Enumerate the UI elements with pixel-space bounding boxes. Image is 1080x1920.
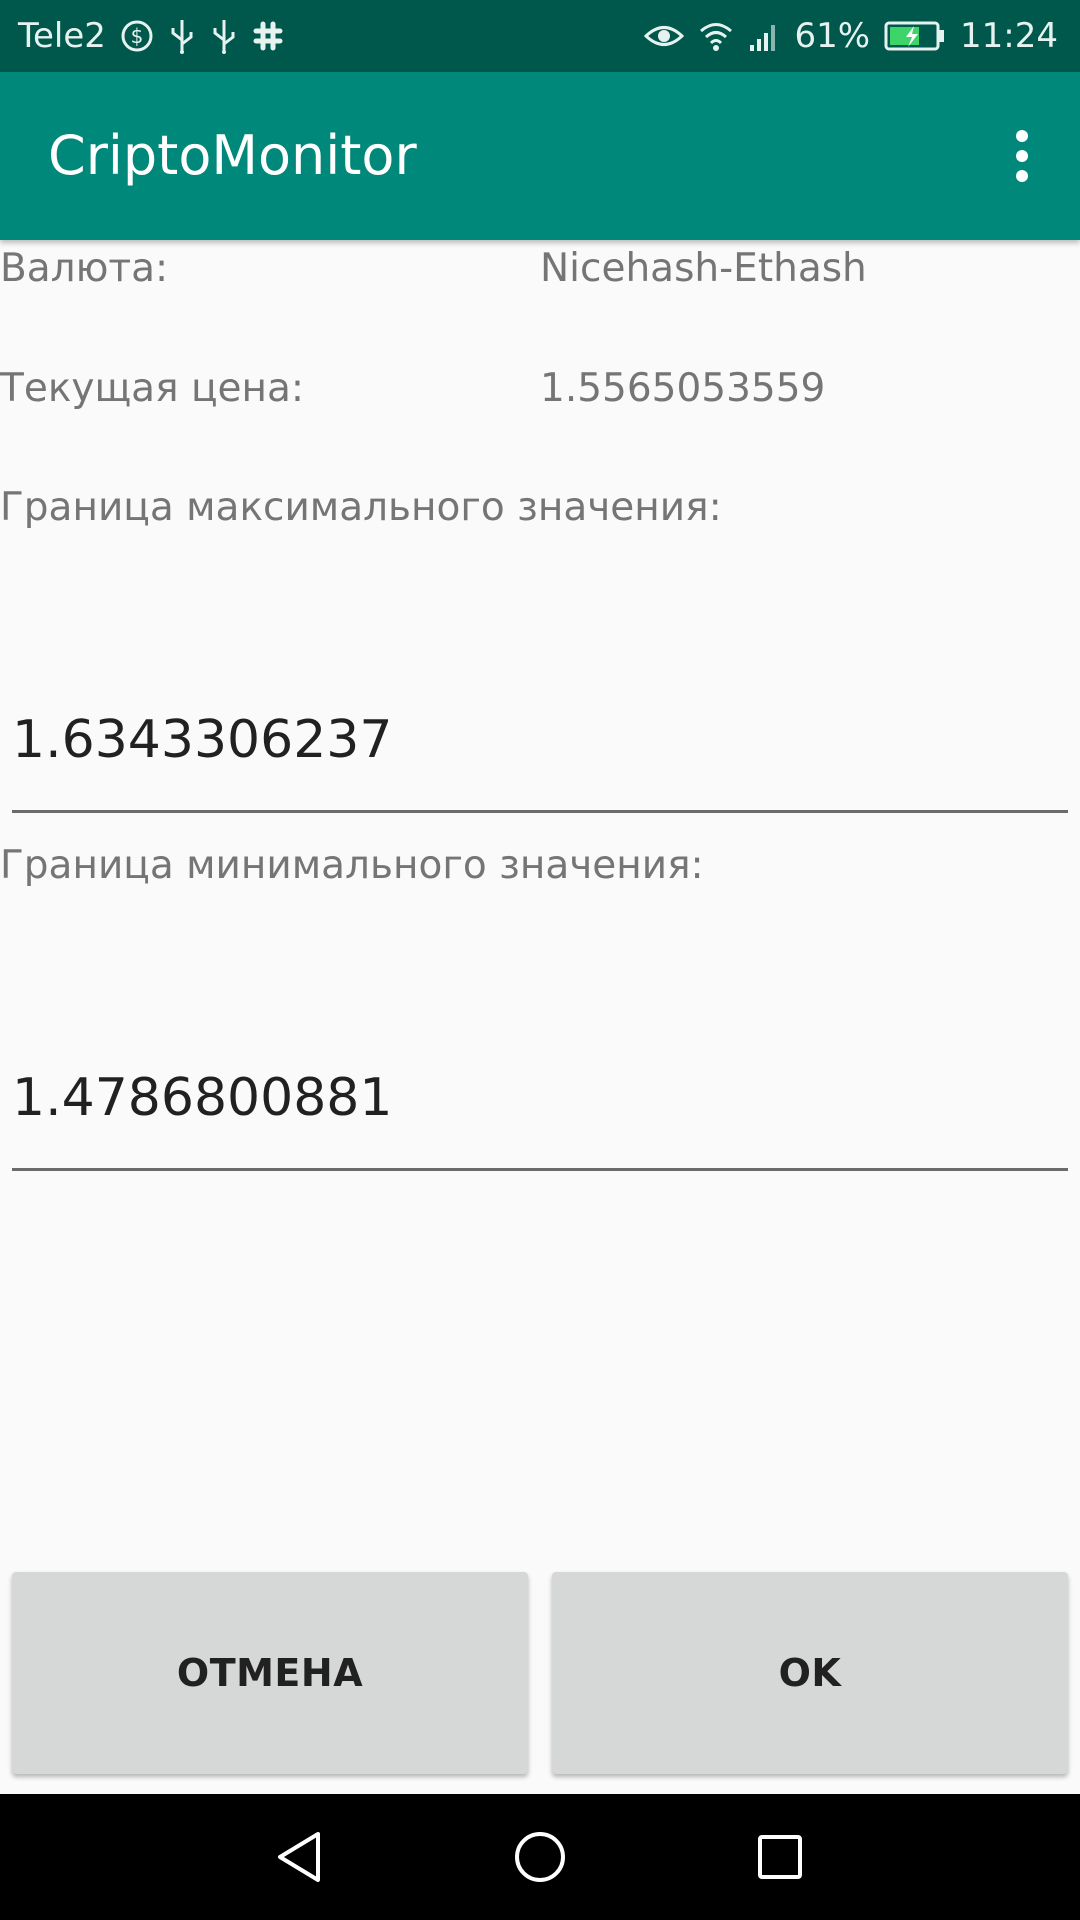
min-threshold-field[interactable]: 1.4786800881 bbox=[12, 1050, 1068, 1171]
current-price-label: Текущая цена: bbox=[0, 366, 305, 411]
currency-value: Nicehash-Ethash bbox=[540, 246, 867, 291]
app-title: CriptoMonitor bbox=[48, 124, 417, 187]
navigation-bar bbox=[0, 1794, 1080, 1920]
more-vert-icon[interactable] bbox=[994, 122, 1050, 190]
app-bar: CriptoMonitor bbox=[0, 72, 1080, 240]
max-threshold-input[interactable]: 1.6343306237 bbox=[12, 710, 392, 770]
signal-icon bbox=[748, 21, 780, 51]
usb-icon bbox=[210, 18, 238, 54]
min-threshold-input[interactable]: 1.4786800881 bbox=[12, 1068, 392, 1128]
max-threshold-label: Граница максимального значения: bbox=[0, 485, 722, 530]
cancel-button[interactable]: ОТМЕНА bbox=[12, 1572, 528, 1774]
back-icon[interactable] bbox=[264, 1822, 334, 1892]
battery-percent: 61% bbox=[794, 16, 871, 56]
slack-icon bbox=[252, 20, 284, 52]
current-price-value: 1.5565053559 bbox=[540, 366, 826, 411]
currency-label: Валюта: bbox=[0, 246, 169, 291]
status-bar: Tele2 $ 61% 11:24 bbox=[0, 0, 1080, 72]
eye-icon bbox=[644, 21, 685, 51]
ok-button[interactable]: OK bbox=[552, 1572, 1068, 1774]
battery-charging-icon bbox=[884, 21, 946, 51]
dollar-circle-icon: $ bbox=[120, 19, 154, 53]
wifi-icon bbox=[698, 20, 734, 52]
min-threshold-label: Граница минимального значения: bbox=[0, 843, 704, 888]
clock: 11:24 bbox=[960, 16, 1058, 56]
recents-icon[interactable] bbox=[745, 1822, 815, 1892]
carrier-label: Tele2 bbox=[18, 16, 106, 56]
home-icon[interactable] bbox=[505, 1822, 575, 1892]
svg-text:$: $ bbox=[131, 24, 144, 48]
usb-icon bbox=[168, 18, 196, 54]
max-threshold-field[interactable]: 1.6343306237 bbox=[12, 692, 1068, 813]
